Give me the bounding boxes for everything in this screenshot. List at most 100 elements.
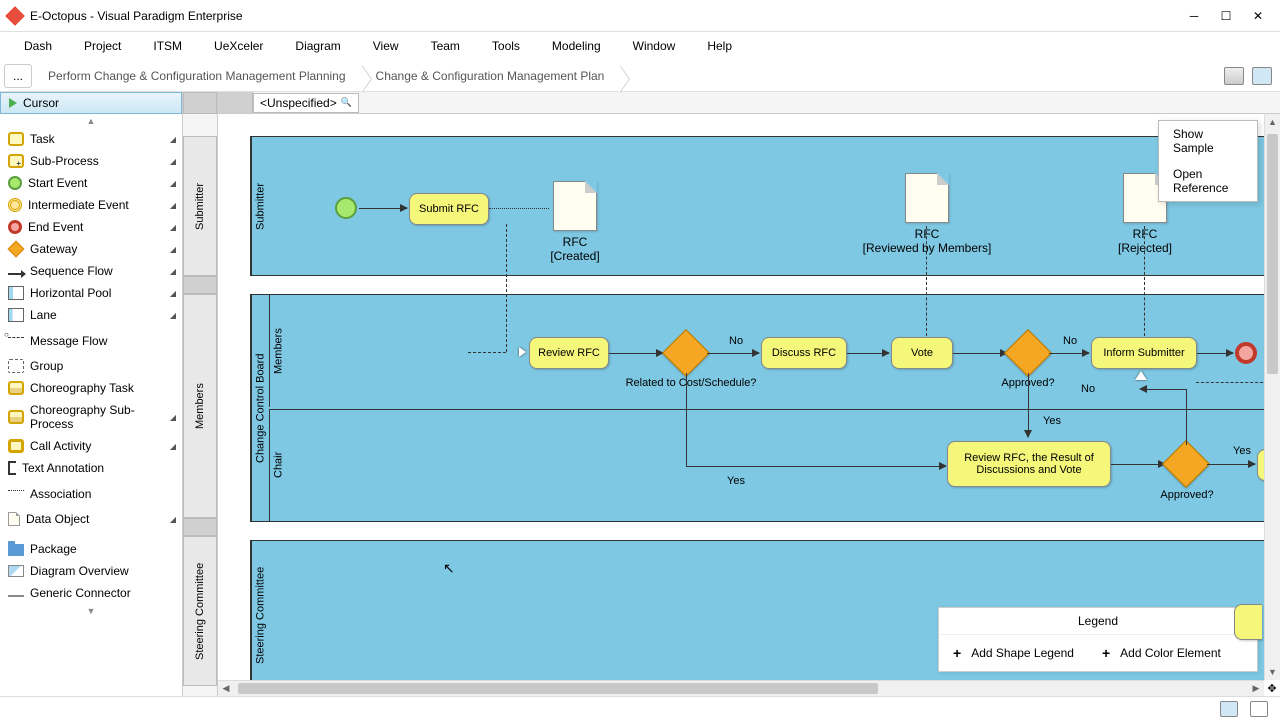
status-icon-1[interactable] [1220, 701, 1238, 717]
menu-uexceler[interactable]: UeXceler [198, 35, 279, 57]
menu-dash[interactable]: Dash [8, 35, 68, 57]
doc-rfc-created[interactable] [553, 181, 597, 231]
hscroll-right[interactable]: ▶ [1248, 681, 1264, 696]
legend-add-shape[interactable]: +Add Shape Legend [939, 635, 1088, 671]
status-icon-2[interactable] [1250, 701, 1268, 717]
palette-seqflow[interactable]: Sequence Flow◢ [0, 260, 182, 282]
horizontal-scrollbar[interactable]: ◀ ▶ [218, 680, 1264, 696]
palette-gate[interactable]: Gateway◢ [0, 238, 182, 260]
palette-anno[interactable]: Text Annotation [0, 457, 182, 479]
pool-submitter[interactable]: Submitter Submit RFC RFC[Created] RFC[Re… [250, 136, 1264, 276]
palette-sub[interactable]: Sub-Process◢ [0, 150, 182, 172]
palette-gconn[interactable]: Generic Connector [0, 582, 182, 604]
menu-help[interactable]: Help [691, 35, 748, 57]
menu-modeling[interactable]: Modeling [536, 35, 617, 57]
task-discuss-rfc[interactable]: Discuss RFC [761, 337, 847, 369]
gateway-cost[interactable] [662, 329, 710, 377]
palette-call[interactable]: Call Activity◢ [0, 435, 182, 457]
edge-appr1-yes[interactable] [1028, 373, 1029, 437]
task-submit-rfc[interactable]: Submit RFC [409, 193, 489, 225]
vertical-scrollbar[interactable]: ▲ ▼ [1264, 114, 1280, 680]
close-button[interactable]: ✕ [1252, 10, 1264, 22]
ruler-lane-members[interactable]: Members [183, 294, 217, 518]
palette-choreo[interactable]: Choreography Task [0, 377, 182, 399]
edge-cost-yes-h[interactable] [686, 466, 946, 467]
ctx-open-reference[interactable]: Open Reference [1159, 161, 1257, 201]
minimize-button[interactable]: ─ [1188, 10, 1200, 22]
assoc-submit-doc[interactable] [489, 208, 549, 209]
palette-pool[interactable]: Horizontal Pool◢ [0, 282, 182, 304]
vscroll-thumb[interactable] [1267, 134, 1278, 374]
doc-rfc-reviewed[interactable] [905, 173, 949, 223]
diagram-canvas[interactable]: Submitter Submit RFC RFC[Created] RFC[Re… [218, 114, 1264, 680]
scroll-corner-move-icon[interactable]: ✥ [1264, 680, 1280, 696]
edge-gate2-inform[interactable] [1049, 353, 1089, 354]
menu-project[interactable]: Project [68, 35, 137, 57]
assoc-inform-rejected[interactable] [1144, 226, 1145, 336]
palette-over[interactable]: Diagram Overview [0, 560, 182, 582]
edge-review-gate[interactable] [609, 353, 663, 354]
vscroll-up[interactable]: ▲ [1265, 114, 1280, 130]
menu-view[interactable]: View [357, 35, 415, 57]
gateway-approved-1[interactable] [1004, 329, 1052, 377]
edge-inform-end[interactable] [1197, 353, 1233, 354]
hruler-unspecified[interactable]: <Unspecified>🔍 [253, 93, 359, 113]
task-inform-submitter[interactable]: Inform Submitter [1091, 337, 1197, 369]
task-review-rfc[interactable]: Review RFC [529, 337, 609, 369]
vscroll-down[interactable]: ▼ [1265, 664, 1280, 680]
edge-gate3-no-v[interactable] [1186, 389, 1187, 445]
pool-ccb[interactable]: Change Control Board Members Chair Revie… [250, 294, 1264, 522]
ruler-lane-steering[interactable]: Steering Committee [183, 536, 217, 686]
palette-endev[interactable]: End Event◢ [0, 216, 182, 238]
menu-window[interactable]: Window [617, 35, 692, 57]
palette-collapse-down[interactable]: ▼ [0, 604, 182, 618]
palette-assoc[interactable]: Association [0, 479, 182, 508]
msg-inform-out[interactable] [1196, 382, 1264, 383]
palette-task[interactable]: Task◢ [0, 128, 182, 150]
menu-diagram[interactable]: Diagram [279, 35, 356, 57]
palette-data[interactable]: Data Object◢ [0, 508, 182, 530]
task-partial-fo[interactable]: Fo [1257, 449, 1264, 481]
edge-cost-yes-v[interactable] [686, 373, 687, 467]
breadcrumb-1[interactable]: Perform Change & Configuration Managemen… [36, 65, 364, 87]
palette-choreo[interactable]: Choreography Sub-Process◢ [0, 399, 182, 435]
msg-submit-review-h[interactable] [468, 352, 506, 353]
view-mode-icon-1[interactable] [1224, 67, 1244, 85]
palette-pkg[interactable]: Package [0, 538, 182, 560]
palette-group[interactable]: Group [0, 355, 182, 377]
msg-submit-review-v[interactable] [506, 224, 507, 352]
task-review-result[interactable]: Review RFC, the Result of Discussions an… [947, 441, 1111, 487]
edge-vote-gate2[interactable] [953, 353, 1007, 354]
view-mode-icon-2[interactable] [1252, 67, 1272, 85]
palette-lane[interactable]: Lane◢ [0, 304, 182, 326]
edge-gate3-yes[interactable] [1207, 464, 1255, 465]
palette-intev[interactable]: Intermediate Event◢ [0, 194, 182, 216]
maximize-button[interactable]: ☐ [1220, 10, 1232, 22]
start-event[interactable] [335, 197, 357, 219]
hscroll-thumb[interactable] [238, 683, 878, 694]
gateway-approved-2[interactable] [1162, 440, 1210, 488]
hscroll-left[interactable]: ◀ [218, 681, 234, 696]
edge-review2-gate3[interactable] [1111, 464, 1165, 465]
edge-start-submit[interactable] [359, 208, 407, 209]
edge-gate-discuss[interactable] [707, 353, 759, 354]
ruler-lane-submitter[interactable]: Submitter [183, 136, 217, 276]
palette-msgflow[interactable]: Message Flow [0, 326, 182, 355]
palette-cursor[interactable]: Cursor [0, 92, 182, 114]
task-vote[interactable]: Vote [891, 337, 953, 369]
edge-gate3-no-h[interactable] [1144, 389, 1186, 390]
legend-add-color[interactable]: +Add Color Element [1088, 635, 1235, 671]
palette-collapse-up[interactable]: ▲ [0, 114, 182, 128]
end-event-1[interactable] [1235, 342, 1257, 364]
menu-itsm[interactable]: ITSM [137, 35, 198, 57]
menu-team[interactable]: Team [415, 35, 476, 57]
palette-startev[interactable]: Start Event◢ [0, 172, 182, 194]
task-clipped-legend[interactable] [1234, 604, 1262, 640]
ctx-show-sample[interactable]: Show Sample [1159, 121, 1257, 161]
menu-tools[interactable]: Tools [476, 35, 536, 57]
breadcrumb-2[interactable]: Change & Configuration Management Plan [364, 65, 623, 87]
breadcrumb-root[interactable]: ... [4, 64, 32, 88]
edge-discuss-vote[interactable] [847, 353, 889, 354]
assoc-vote-reviewed[interactable] [926, 226, 927, 336]
legend-panel[interactable]: Legend +Add Shape Legend +Add Color Elem… [938, 607, 1258, 672]
